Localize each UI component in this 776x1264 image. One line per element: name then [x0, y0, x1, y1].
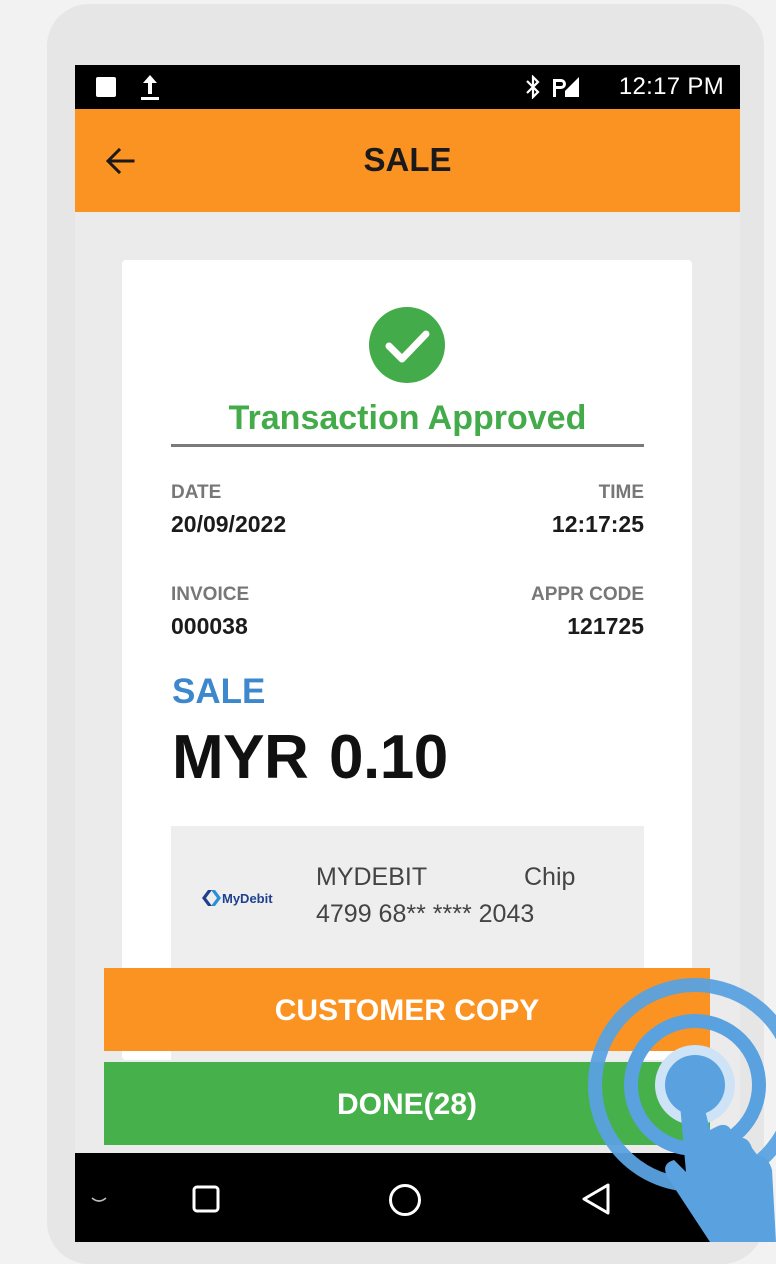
- upload-icon: [141, 75, 159, 100]
- check-circle-icon: [369, 307, 445, 383]
- time-label: TIME: [598, 482, 644, 503]
- customer-copy-button[interactable]: CUSTOMER COPY: [104, 968, 710, 1051]
- currency-code: MYR: [172, 723, 309, 792]
- mydebit-logo: MyDebit: [202, 890, 273, 906]
- done-button[interactable]: DONE(28): [104, 1062, 710, 1145]
- app-bar: SALE: [75, 109, 740, 212]
- invoice-value: 000038: [171, 613, 248, 639]
- card-scheme: MYDEBIT: [316, 863, 428, 891]
- appr-code-label: APPR CODE: [531, 584, 644, 605]
- masked-card-number: 4799 68** **** 2043: [316, 900, 535, 928]
- amount-display: MYR 0.10: [172, 722, 452, 793]
- bluetooth-icon: [526, 75, 540, 99]
- date-value: 20/09/2022: [171, 511, 287, 537]
- back-triangle-icon[interactable]: [580, 1182, 612, 1216]
- receipt-card: Transaction Approved DATE 20/09/2022 TIM…: [122, 260, 692, 1060]
- date-label: DATE: [171, 482, 222, 503]
- page-title: SALE: [363, 141, 452, 178]
- mydebit-logo-text: MyDebit: [222, 891, 273, 906]
- time-value: 12:17:25: [551, 511, 644, 537]
- status-bar: 12:17 PM: [75, 65, 740, 109]
- notification-square-icon: [96, 77, 116, 97]
- home-icon[interactable]: [388, 1183, 422, 1217]
- status-time: 12:17 PM: [618, 73, 724, 100]
- transaction-status: Transaction Approved: [171, 399, 644, 447]
- amount-value: 0.10: [329, 723, 448, 792]
- phone-screen: 12:17 PM SALE Transaction Approved DATE …: [75, 65, 740, 1242]
- keyboard-hide-icon[interactable]: [91, 1197, 107, 1205]
- entry-mode: Chip: [524, 863, 576, 891]
- invoice-label: INVOICE: [171, 584, 250, 605]
- appr-code-value: 121725: [567, 613, 644, 639]
- recent-apps-icon[interactable]: [192, 1185, 220, 1213]
- transaction-type: SALE: [172, 672, 266, 711]
- signal-icon: [551, 77, 579, 97]
- system-nav-bar: [75, 1153, 740, 1242]
